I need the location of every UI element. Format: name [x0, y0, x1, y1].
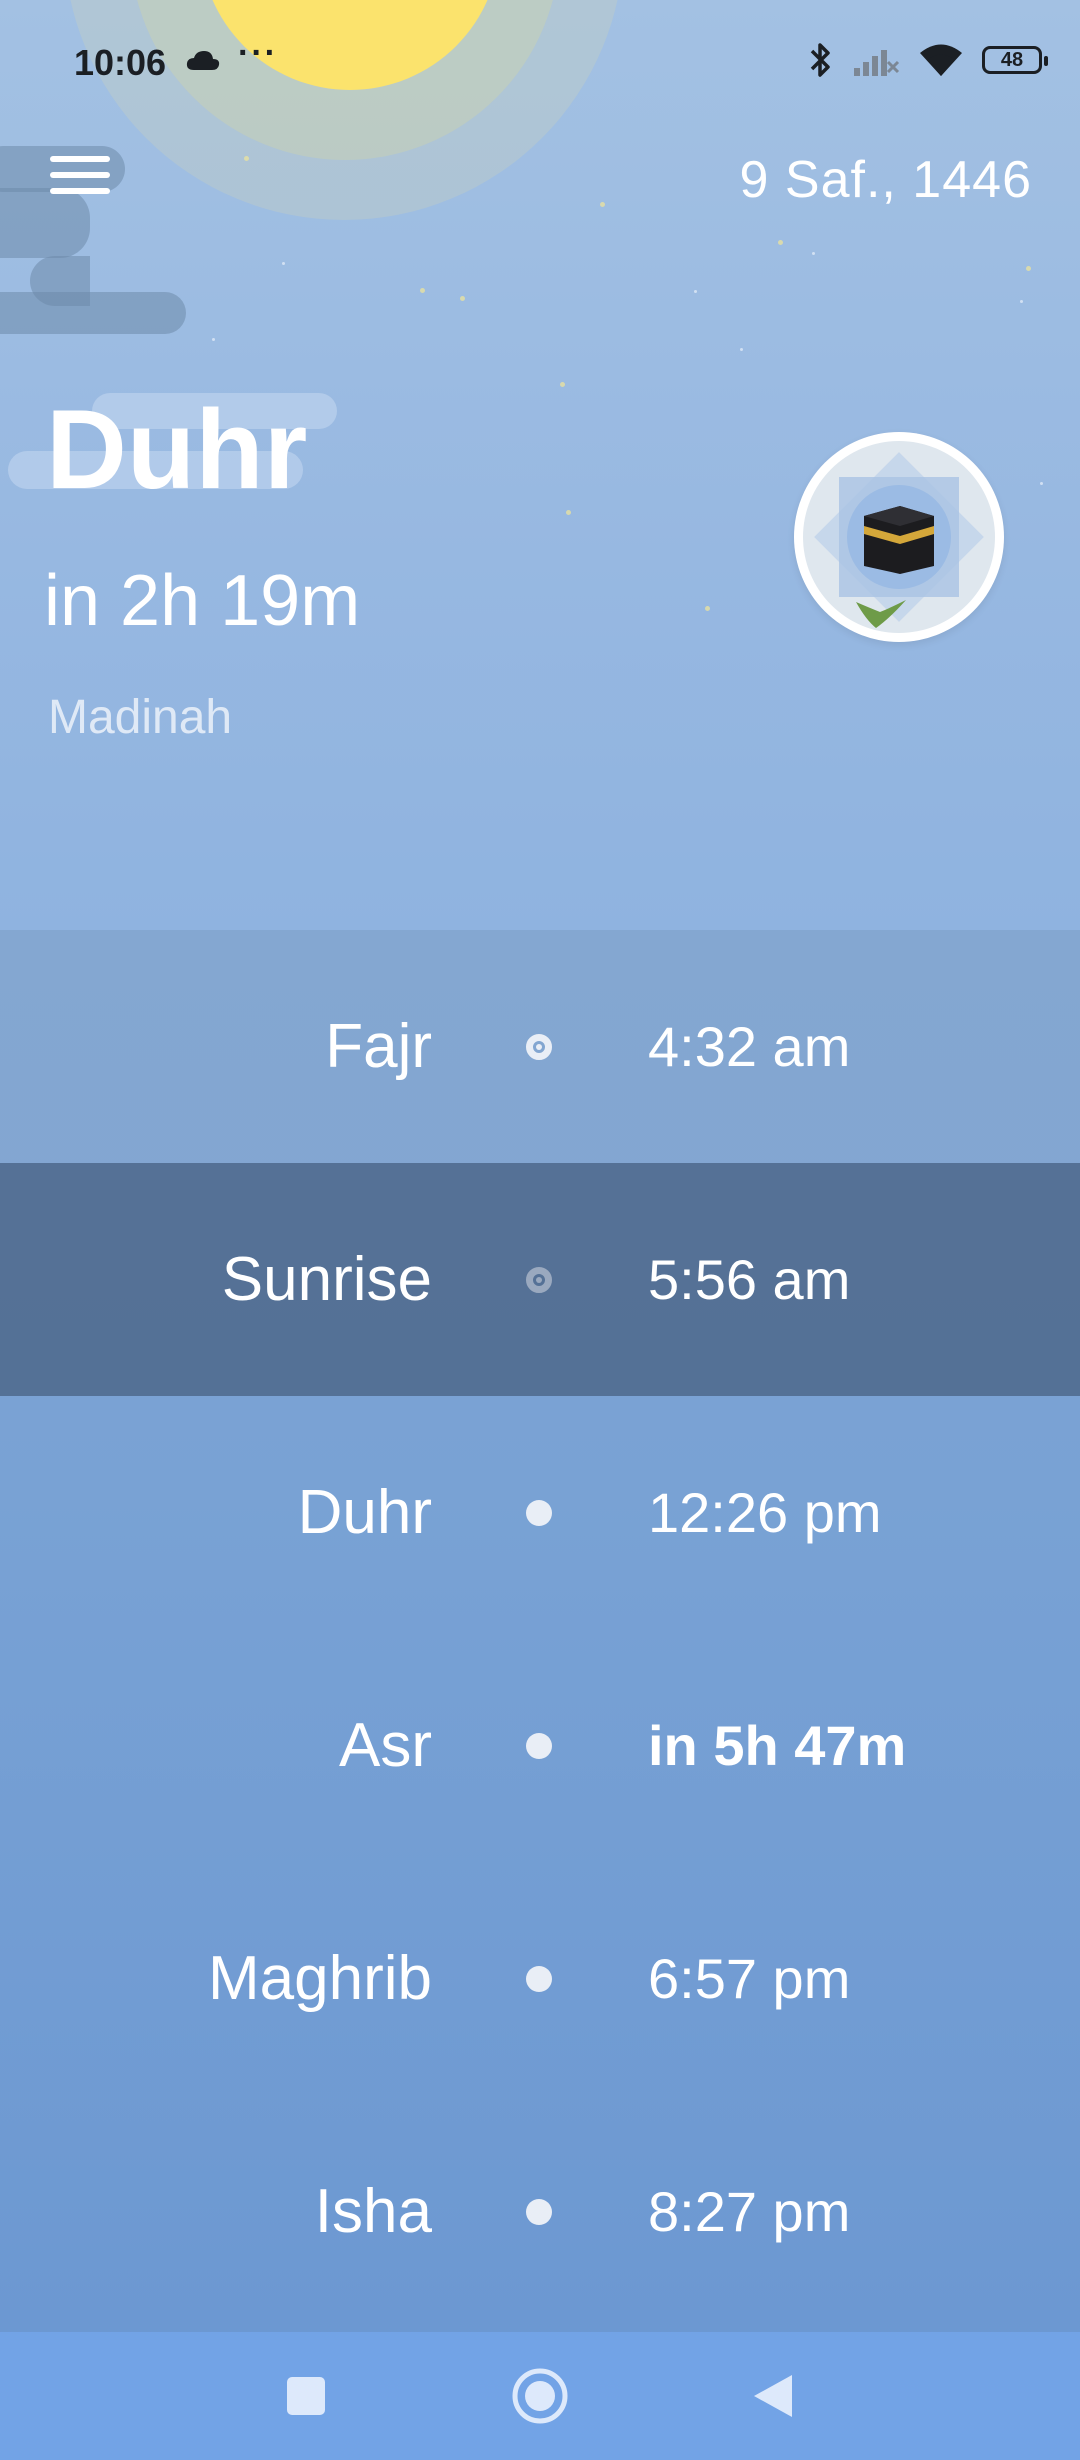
cloud-icon	[186, 51, 220, 70]
prayer-name: Duhr	[297, 1478, 432, 1547]
bluetooth-icon	[810, 43, 830, 77]
kaaba-icon	[803, 441, 995, 633]
star-icon	[778, 240, 783, 245]
status-bar: 10:06 ··· 48	[0, 0, 1080, 120]
star-icon	[566, 510, 571, 515]
prayer-name: Sunrise	[221, 1245, 432, 1314]
notification-dot-icon[interactable]	[526, 1966, 552, 1992]
wifi-icon	[920, 44, 962, 76]
prayer-name: Fajr	[325, 1012, 432, 1081]
star-icon	[212, 338, 215, 341]
notification-dot-icon[interactable]	[526, 1733, 552, 1759]
star-icon	[740, 348, 743, 351]
star-icon	[812, 252, 815, 255]
qibla-button[interactable]	[794, 432, 1004, 642]
star-icon	[1026, 266, 1031, 271]
star-icon	[282, 262, 285, 265]
system-navigation-bar	[0, 2332, 1080, 2460]
star-icon	[694, 290, 697, 293]
circle-home-icon[interactable]	[502, 2358, 578, 2434]
star-icon	[600, 202, 605, 207]
prayer-time: 6:57 pm	[648, 1947, 851, 2010]
prayer-row-fajr[interactable]: Fajr 4:32 am	[0, 930, 1080, 1163]
prayer-countdown: in 2h 19m	[44, 561, 361, 641]
notification-dot-icon[interactable]	[526, 1500, 552, 1526]
hijri-date: 9 Saf., 1446	[739, 151, 1032, 209]
prayer-row-sunrise[interactable]: Sunrise 5:56 am	[0, 1163, 1080, 1396]
prayer-time: 5:56 am	[648, 1248, 851, 1311]
prayer-countdown-time: in 5h 47m	[648, 1714, 907, 1777]
triangle-back-icon[interactable]	[736, 2358, 812, 2434]
battery-icon: 48	[982, 46, 1048, 74]
prayer-row-maghrib[interactable]: Maghrib 6:57 pm	[0, 1862, 1080, 2095]
star-icon	[560, 382, 565, 387]
cloud-illustration	[0, 292, 186, 334]
status-time: 10:06	[74, 42, 167, 83]
star-icon	[705, 606, 710, 611]
star-icon	[460, 296, 465, 301]
prayer-time: 12:26 pm	[648, 1481, 882, 1544]
prayer-name: Isha	[314, 2177, 432, 2246]
prayer-times-list: Fajr 4:32 am Sunrise 5:56 am Duhr 12:26 …	[0, 930, 1080, 2332]
prayer-time: 4:32 am	[648, 1015, 851, 1078]
notification-ring-icon[interactable]	[526, 1267, 552, 1293]
square-recents-icon[interactable]	[268, 2358, 344, 2434]
prayer-row-isha[interactable]: Isha 8:27 pm	[0, 2095, 1080, 2328]
menu-hamburger-icon[interactable]	[50, 156, 110, 204]
star-icon	[420, 288, 425, 293]
app-screen: 10:06 ··· 48 9 Saf., 1446 Duhr in 2h 19m…	[0, 0, 1080, 2460]
prayer-time: 8:27 pm	[648, 2180, 851, 2243]
prayer-row-duhr[interactable]: Duhr 12:26 pm	[0, 1396, 1080, 1629]
star-icon	[1020, 300, 1023, 303]
cloud-illustration	[30, 256, 90, 306]
star-icon	[1040, 482, 1043, 485]
current-prayer-name: Duhr	[46, 387, 308, 512]
prayer-name: Asr	[339, 1711, 432, 1780]
more-notifications-indicator: ···	[238, 34, 278, 72]
location-label[interactable]: Madinah	[48, 690, 232, 745]
signal-icon	[854, 50, 900, 76]
status-icons: 48	[808, 40, 1048, 80]
prayer-row-asr[interactable]: Asr in 5h 47m	[0, 1629, 1080, 1862]
prayer-name: Maghrib	[208, 1944, 432, 2013]
star-icon	[244, 156, 249, 161]
notification-ring-icon[interactable]	[526, 1034, 552, 1060]
notification-dot-icon[interactable]	[526, 2199, 552, 2225]
